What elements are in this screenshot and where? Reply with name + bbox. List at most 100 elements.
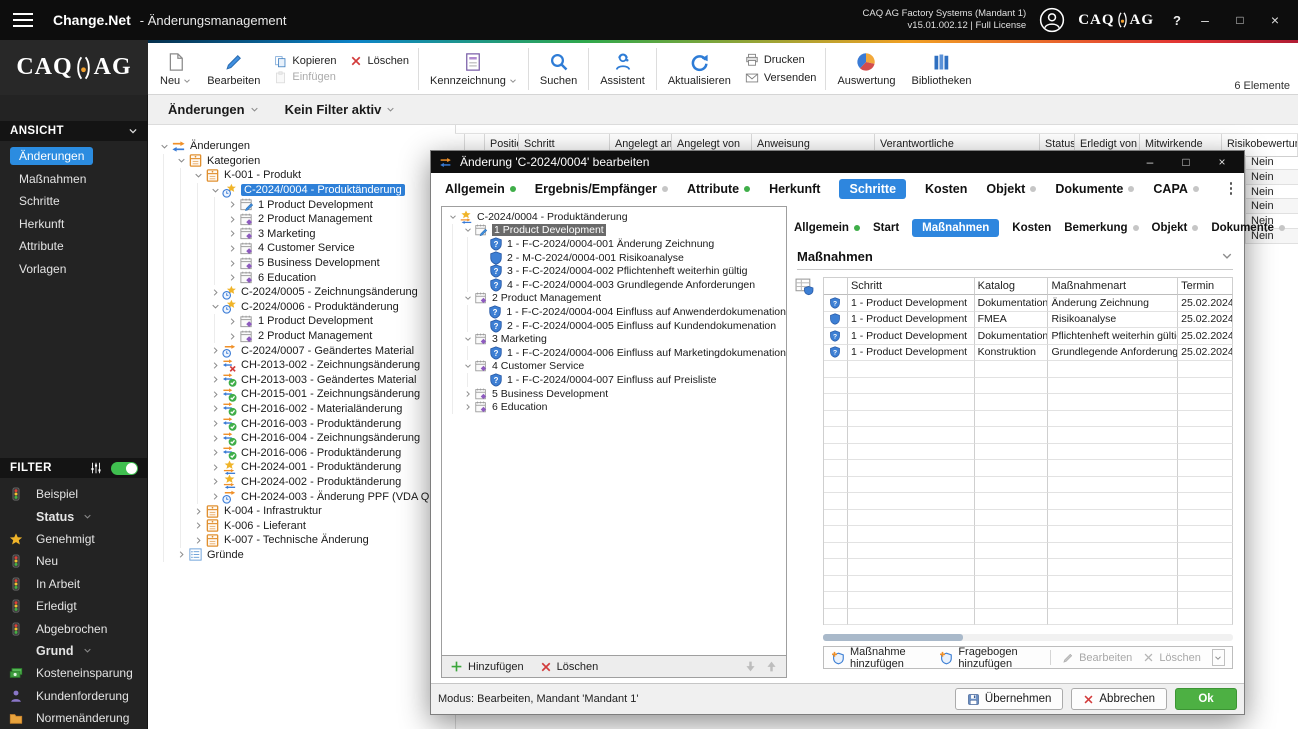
print-button[interactable]: Drucken <box>745 53 817 67</box>
filter-item-kundenforderung[interactable]: Kundenforderung <box>0 685 148 707</box>
expand-icon[interactable] <box>226 229 239 238</box>
measures-column-katalog[interactable]: Katalog <box>975 278 1049 295</box>
dialog-maximize-button[interactable]: □ <box>1176 155 1196 169</box>
measures-column-icon[interactable] <box>824 278 848 295</box>
maximize-button[interactable]: □ <box>1229 13 1251 27</box>
collapse-section-icon[interactable] <box>1221 250 1233 262</box>
tree-item-row[interactable]: CH-2024-003 - Änderung PPF (VDA QMC) <box>150 489 453 504</box>
measures-column-termin[interactable]: Termin <box>1178 278 1233 295</box>
dialog-tree-item-row[interactable]: C-2024/0004 - Produktänderung <box>442 210 786 224</box>
expand-icon[interactable] <box>462 403 474 411</box>
collapse-icon[interactable] <box>209 302 222 311</box>
paste-button[interactable]: Einfügen <box>274 71 336 84</box>
tree-item-row[interactable]: CH-2016-006 - Produktänderung <box>150 445 453 460</box>
ansicht-section-header[interactable]: ANSICHT <box>0 121 148 141</box>
empty-row[interactable] <box>824 411 1233 428</box>
dialog-tab-herkunft[interactable]: Herkunft <box>769 179 820 199</box>
dialog-tree-item-row[interactable]: 2 Product Management <box>442 292 786 306</box>
tree-item-row[interactable]: Änderungen <box>150 139 453 154</box>
dialog-tree-item-row[interactable]: 2 - M-C-2024/0004-001 Risikoanalyse <box>442 251 786 265</box>
scroll-down-button[interactable] <box>1212 649 1225 666</box>
dialog-tab-kosten[interactable]: Kosten <box>925 179 967 199</box>
move-up-icon[interactable] <box>765 660 778 673</box>
close-button[interactable]: × <box>1264 12 1286 28</box>
expand-icon[interactable] <box>226 215 239 224</box>
tree-item-row[interactable]: K-004 - Infrastruktur <box>150 504 453 519</box>
tree-item-row[interactable]: CH-2016-004 - Zeichnungsänderung <box>150 431 453 446</box>
dialog-tree-item-row[interactable]: 1 - F-C-2024/0004-007 Einfluss auf Preis… <box>442 373 786 387</box>
filter-item-neu[interactable]: Neu <box>0 550 148 572</box>
empty-row[interactable] <box>824 592 1233 609</box>
filter-toggle[interactable] <box>111 462 138 475</box>
expand-icon[interactable] <box>209 419 222 428</box>
expand-icon[interactable] <box>226 317 239 326</box>
collapse-icon[interactable] <box>175 156 188 165</box>
dialog-tree-item-row[interactable]: 1 - F-C-2024/0004-004 Einfluss auf Anwen… <box>442 305 786 319</box>
empty-row[interactable] <box>824 460 1233 477</box>
empty-row[interactable] <box>824 427 1233 444</box>
collapse-icon[interactable] <box>158 142 171 151</box>
expand-icon[interactable] <box>462 390 474 398</box>
delete-button[interactable]: Löschen <box>350 55 409 68</box>
filter-state-dropdown[interactable]: Kein Filter aktiv <box>285 102 396 117</box>
detail-tab-bemerkung[interactable]: Bemerkung <box>1064 219 1138 237</box>
empty-row[interactable] <box>824 493 1233 510</box>
filter-item-grund[interactable]: Grund <box>0 640 148 662</box>
detail-tab-allgemein[interactable]: Allgemein <box>794 219 860 237</box>
measures-column-maßnahmenart[interactable]: Maßnahmenart <box>1048 278 1178 295</box>
tree-item-row[interactable]: 2 Product Management <box>150 329 453 344</box>
expand-icon[interactable] <box>209 361 222 370</box>
dialog-tree-item-row[interactable]: 1 - F-C-2024/0004-001 Änderung Zeichnung <box>442 237 786 251</box>
dialog-tree-item-row[interactable]: 4 Customer Service <box>442 360 786 374</box>
empty-row[interactable] <box>824 559 1233 576</box>
tree-item-row[interactable]: Kategorien <box>150 154 453 169</box>
scrollbar-thumb[interactable] <box>823 634 963 641</box>
empty-row[interactable] <box>824 394 1233 411</box>
empty-row[interactable] <box>824 378 1233 395</box>
filter-item-beispiel[interactable]: Beispiel <box>0 483 148 505</box>
measures-column-schritt[interactable]: Schritt <box>848 278 975 295</box>
expand-icon[interactable] <box>175 550 188 559</box>
empty-row[interactable] <box>824 361 1233 378</box>
empty-row[interactable] <box>824 576 1233 593</box>
dialog-tree-item-row[interactable]: 5 Business Development <box>442 387 786 401</box>
detail-tab-kosten[interactable]: Kosten <box>1012 219 1051 237</box>
collapse-icon[interactable] <box>462 226 474 234</box>
collapse-icon[interactable] <box>462 335 474 343</box>
tree-item-row[interactable]: 5 Business Development <box>150 256 453 271</box>
dialog-tab-allgemein[interactable]: Allgemein <box>445 179 516 199</box>
tree-item-row[interactable]: CH-2016-002 - Materialänderung <box>150 402 453 417</box>
send-button[interactable]: Versenden <box>745 71 817 85</box>
tree-item-row[interactable]: K-001 - Produkt <box>150 168 453 183</box>
collapse-icon[interactable] <box>462 362 474 370</box>
tree-item-row[interactable]: 2 Product Management <box>150 212 453 227</box>
expand-icon[interactable] <box>209 492 222 501</box>
measure-row[interactable]: 1 - Product DevelopmentKonstruktionGrund… <box>824 345 1233 362</box>
risk-cell[interactable]: Nein <box>1245 185 1298 200</box>
expand-icon[interactable] <box>226 244 239 253</box>
dialog-close-button[interactable]: × <box>1212 155 1232 169</box>
collapse-icon[interactable] <box>462 294 474 302</box>
tree-item-row[interactable]: CH-2013-002 - Zeichnungsänderung <box>150 358 453 373</box>
marking-button[interactable]: Kennzeichnung <box>422 44 525 94</box>
libraries-button[interactable]: Bibliotheken <box>904 44 980 94</box>
tree-item-row[interactable]: C-2024/0007 - Geändertes Material <box>150 343 453 358</box>
tree-item-row[interactable]: 4 Customer Service <box>150 241 453 256</box>
tree-item-row[interactable]: CH-2013-003 - Geändertes Material <box>150 373 453 388</box>
cancel-button[interactable]: Abbrechen <box>1071 688 1167 710</box>
filter-item-genehmigt[interactable]: Genehmigt <box>0 528 148 550</box>
filter-item-erledigt[interactable]: Erledigt <box>0 595 148 617</box>
ok-button[interactable]: Ok <box>1175 688 1237 710</box>
detail-tab-dokumente[interactable]: Dokumente <box>1211 219 1285 237</box>
empty-row[interactable] <box>824 543 1233 560</box>
tree-item-row[interactable]: CH-2015-001 - Zeichnungsänderung <box>150 387 453 402</box>
collapse-icon[interactable] <box>209 186 222 195</box>
collapse-icon[interactable] <box>447 213 459 221</box>
new-button[interactable]: Neu <box>152 44 199 94</box>
expand-icon[interactable] <box>226 200 239 209</box>
empty-row[interactable] <box>824 526 1233 543</box>
help-button[interactable]: ? <box>1173 13 1181 28</box>
sidebar-item-herkunft[interactable]: Herkunft <box>0 213 148 236</box>
dialog-tab-attribute[interactable]: Attribute <box>687 179 750 199</box>
detail-tab-objekt[interactable]: Objekt <box>1152 219 1199 237</box>
